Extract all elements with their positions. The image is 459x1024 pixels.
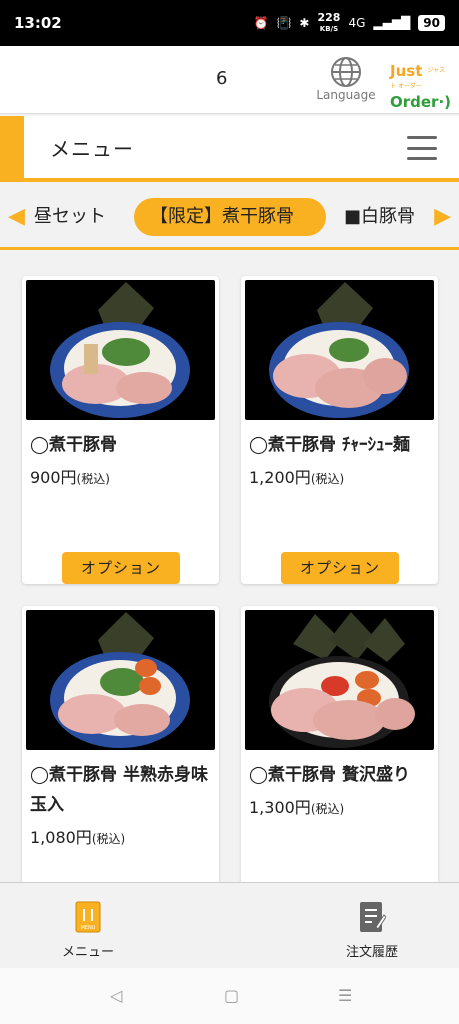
ramen-image: [245, 610, 434, 750]
network-type: 4G: [348, 16, 366, 30]
product-price: 1,200円(税込): [241, 460, 438, 488]
network-speed: 228 KB/S: [317, 10, 341, 34]
category-tab[interactable]: ■白豚骨: [344, 198, 415, 236]
chevron-right-icon[interactable]: ▶: [434, 204, 451, 229]
price-value: 1,200円: [249, 468, 311, 487]
status-bar: 13:02 ⏰ 📳 ✱ 228 KB/S 4G ▂▄▆█ 90: [0, 0, 459, 46]
nav-order-history[interactable]: 注文履歴: [338, 901, 406, 960]
product-name: ◯煮干豚骨 ﾁｬｰｼｭｰ麺: [249, 435, 410, 455]
signal-icon: ▂▄▆█: [373, 16, 411, 30]
nav-menu-label: メニュー: [61, 945, 114, 960]
title-accent: [0, 116, 24, 178]
nav-history-label: 注文履歴: [345, 945, 398, 960]
ramen-image: [245, 280, 434, 420]
logo-signal-icon: ·): [438, 93, 452, 111]
product-name: ◯煮干豚骨 贅沢盛り: [249, 765, 410, 785]
price-value: 900円: [30, 468, 77, 487]
product-card[interactable]: ◯煮干豚骨 贅沢盛り 1,300円(税込): [241, 606, 438, 882]
chevron-left-icon[interactable]: ◀: [8, 204, 25, 229]
status-time: 13:02: [14, 14, 62, 32]
nav-menu[interactable]: MENU メニュー: [58, 901, 118, 960]
app-header: 6 Language Just ジャスト オーダー Order·): [0, 46, 459, 114]
back-icon[interactable]: ◁: [110, 986, 122, 1005]
battery-level: 90: [418, 15, 445, 31]
svg-text:MENU: MENU: [81, 925, 96, 931]
price-value: 1,080円: [30, 828, 92, 847]
hamburger-icon[interactable]: [407, 136, 437, 160]
product-name: ◯煮干豚骨 半熟赤身味玉入: [30, 765, 208, 815]
logo-line2: Order: [390, 93, 439, 111]
order-history-icon: [360, 902, 387, 932]
product-card[interactable]: ◯煮干豚骨 ﾁｬｰｼｭｰ麺 1,200円(税込) オプション: [241, 276, 438, 584]
page-title: メニュー: [50, 137, 134, 161]
product-price: 900円(税込): [22, 460, 219, 488]
alarm-icon: ⏰: [253, 16, 269, 30]
bottom-navigation: MENU メニュー 注文履歴: [0, 882, 459, 968]
system-navigation: ◁ ▢ ☰: [0, 968, 459, 1024]
recents-icon[interactable]: ☰: [338, 986, 352, 1005]
category-tab-active[interactable]: 【限定】煮干豚骨: [134, 198, 326, 236]
product-card[interactable]: ◯煮干豚骨 900円(税込) オプション: [22, 276, 219, 584]
product-name: ◯煮干豚骨: [30, 435, 118, 455]
price-value: 1,300円: [249, 798, 311, 817]
menu-titlebar: メニュー: [0, 116, 459, 182]
logo-line1: Just: [390, 62, 423, 80]
category-tab[interactable]: 昼セット: [34, 198, 106, 236]
home-icon[interactable]: ▢: [224, 986, 239, 1005]
product-grid: ◯煮干豚骨 900円(税込) オプション ◯煮干豚骨 ﾁｬｰｼｭｰ麺 1,200…: [0, 254, 459, 882]
globe-icon: [331, 57, 361, 87]
vibrate-icon: 📳: [276, 16, 292, 30]
tax-label: (税込): [76, 472, 110, 486]
option-button[interactable]: オプション: [281, 552, 399, 584]
table-number: 6: [216, 68, 228, 89]
product-card[interactable]: ◯煮干豚骨 半熟赤身味玉入 1,080円(税込): [22, 606, 219, 882]
speed-unit: KB/S: [319, 24, 339, 33]
menu-book-icon: MENU: [75, 901, 101, 933]
speed-value: 228: [317, 10, 341, 24]
tax-label: (税込): [310, 802, 345, 816]
language-button[interactable]: Language: [314, 56, 378, 102]
ramen-image: [26, 280, 215, 420]
category-tabs: ◀ 昼セット 【限定】煮干豚骨 ■白豚骨 ▶: [0, 186, 459, 250]
product-price: 1,300円(税込): [241, 790, 438, 818]
option-button[interactable]: オプション: [62, 552, 180, 584]
tax-label: (税込): [310, 472, 345, 486]
bluetooth-icon: ✱: [299, 16, 310, 30]
just-order-logo: Just ジャスト オーダー Order·): [390, 62, 452, 111]
status-icons: ⏰ 📳 ✱ 228 KB/S 4G ▂▄▆█ 90: [253, 10, 445, 34]
tax-label: (税込): [91, 832, 126, 846]
language-label: Language: [316, 88, 376, 102]
ramen-image: [26, 610, 215, 750]
product-price: 1,080円(税込): [22, 820, 219, 848]
